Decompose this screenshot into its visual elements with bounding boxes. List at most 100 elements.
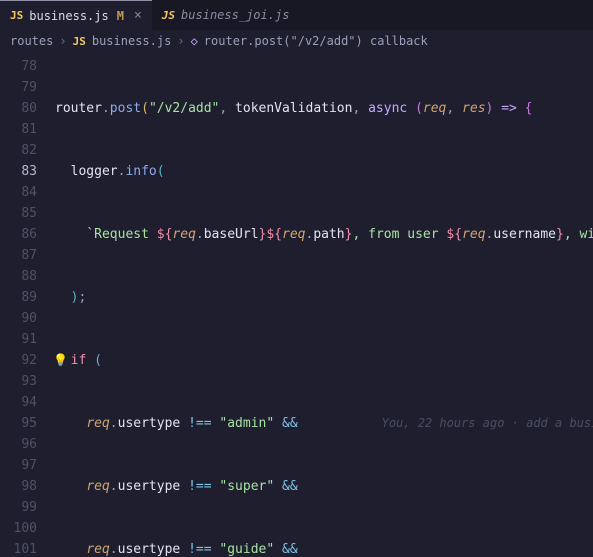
line-number: 101 — [0, 539, 55, 557]
line-number: 83 — [0, 161, 55, 182]
git-blame-annotation: You, 22 hours ago · add a business work … — [382, 413, 593, 434]
token: router — [55, 101, 102, 116]
line-number: 99 — [0, 497, 55, 518]
token: async — [368, 101, 407, 116]
chevron-right-icon: › — [59, 34, 66, 48]
breadcrumb-segment[interactable]: business.js — [92, 34, 171, 48]
token: . — [102, 101, 110, 116]
token: ( — [94, 353, 102, 368]
line-number: 95 — [0, 413, 55, 434]
token: path — [313, 227, 344, 242]
token: post — [110, 101, 141, 116]
breadcrumb: routes › JS business.js › ◇ router.post(… — [0, 30, 593, 52]
modified-indicator: M — [117, 9, 124, 23]
token: usertype — [118, 416, 181, 431]
breadcrumb-segment[interactable]: routes — [10, 34, 53, 48]
token: !== — [188, 416, 211, 431]
token: req — [282, 227, 305, 242]
token: ; — [78, 290, 86, 305]
line-number: 93 — [0, 371, 55, 392]
token: "admin" — [219, 416, 274, 431]
token: if — [71, 353, 87, 368]
token: && — [282, 479, 298, 494]
line-number: 97 — [0, 455, 55, 476]
line-number: 90 — [0, 308, 55, 329]
token: && — [282, 416, 298, 431]
line-number: 96 — [0, 434, 55, 455]
code-editor[interactable]: 7879808182838485868788899091929394959697… — [0, 52, 593, 557]
token: ( — [141, 101, 149, 116]
line-number: 89 — [0, 287, 55, 308]
line-number: 84 — [0, 182, 55, 203]
line-number: 78 — [0, 56, 55, 77]
token: . — [196, 227, 204, 242]
tab-label: business_joi.js — [181, 8, 289, 22]
token: ${ — [446, 227, 462, 242]
token: . — [110, 416, 118, 431]
token: && — [282, 542, 298, 557]
chevron-right-icon: › — [177, 34, 184, 48]
line-number: 81 — [0, 119, 55, 140]
lightbulb-icon[interactable]: 💡 — [53, 350, 68, 371]
token: username — [493, 227, 556, 242]
token: , — [446, 101, 454, 116]
token: "guide" — [219, 542, 274, 557]
token: tokenValidation — [235, 101, 352, 116]
tab-business-joi-js[interactable]: JS business_joi.js — [152, 0, 300, 30]
line-number: 79 — [0, 77, 55, 98]
token: usertype — [118, 479, 181, 494]
token: req — [423, 101, 446, 116]
token: , from user — [352, 227, 446, 242]
token: => — [501, 101, 517, 116]
token: baseUrl — [204, 227, 259, 242]
token: !== — [188, 479, 211, 494]
line-number: 87 — [0, 245, 55, 266]
token: res — [462, 101, 485, 116]
line-number: 94 — [0, 392, 55, 413]
line-number: 85 — [0, 203, 55, 224]
line-number: 91 — [0, 329, 55, 350]
token: ${ — [157, 227, 173, 242]
token: } — [556, 227, 564, 242]
token: "super" — [219, 479, 274, 494]
line-number: 92 — [0, 350, 55, 371]
line-number: 100 — [0, 518, 55, 539]
line-number: 80 — [0, 98, 55, 119]
token: req — [172, 227, 195, 242]
token: , — [219, 101, 227, 116]
token: . — [110, 479, 118, 494]
line-number: 98 — [0, 476, 55, 497]
token: , with type — [564, 227, 593, 242]
method-icon: ◇ — [191, 34, 198, 48]
line-number: 82 — [0, 140, 55, 161]
token: info — [125, 164, 156, 179]
token: . — [110, 542, 118, 557]
token: { — [525, 101, 533, 116]
token: ) — [486, 101, 494, 116]
token: req — [462, 227, 485, 242]
js-icon: JS — [10, 9, 23, 22]
line-number: 86 — [0, 224, 55, 245]
token: !== — [188, 542, 211, 557]
token: logger — [71, 164, 118, 179]
token: "/v2/add" — [149, 101, 219, 116]
breadcrumb-segment[interactable]: router.post("/v2/add") callback — [204, 34, 428, 48]
tab-label: business.js — [29, 9, 108, 23]
code-area[interactable]: router.post("/v2/add", tokenValidation, … — [55, 52, 593, 557]
token: req — [86, 416, 109, 431]
token: ( — [415, 101, 423, 116]
line-number: 88 — [0, 266, 55, 287]
token: `Request — [86, 227, 156, 242]
tab-bar: JS business.js M × JS business_joi.js — [0, 0, 593, 30]
token: , — [352, 101, 360, 116]
token: ( — [157, 164, 165, 179]
token: ${ — [266, 227, 282, 242]
token: req — [86, 542, 109, 557]
close-icon[interactable]: × — [134, 8, 142, 23]
js-icon: JS — [162, 9, 175, 22]
token: req — [86, 479, 109, 494]
token: usertype — [118, 542, 181, 557]
line-number-gutter: 7879808182838485868788899091929394959697… — [0, 52, 55, 557]
js-icon: JS — [73, 35, 86, 48]
tab-business-js[interactable]: JS business.js M × — [0, 0, 152, 30]
